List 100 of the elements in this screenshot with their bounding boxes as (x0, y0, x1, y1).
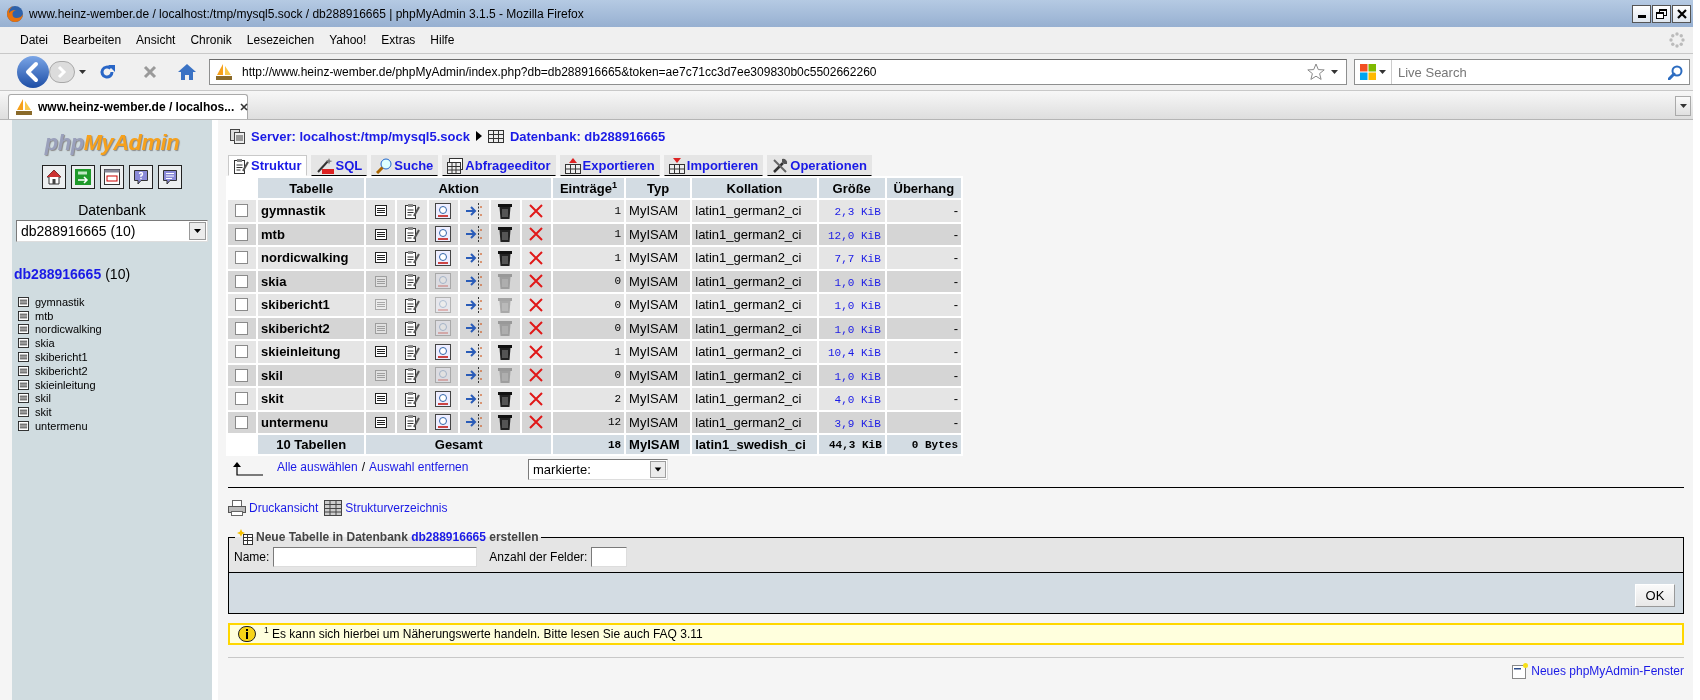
table-icon[interactable] (374, 252, 387, 264)
input-field[interactable] (273, 547, 478, 567)
table-link[interactable]: skit (18, 405, 52, 420)
search-icon[interactable] (1668, 64, 1683, 80)
window-button[interactable] (100, 165, 124, 189)
tab[interactable]: Struktur (228, 155, 307, 176)
row-checkbox[interactable] (235, 321, 248, 335)
magnifier-icon[interactable] (435, 202, 452, 219)
search-input[interactable]: Live Search (1392, 64, 1668, 80)
ok-button[interactable]: OK (1635, 584, 1675, 607)
home-icon[interactable] (178, 64, 196, 80)
select-all-link[interactable]: Alle auswählen (277, 460, 358, 474)
size-link[interactable]: 12,0 KiB (827, 229, 881, 242)
restore-button[interactable] (1652, 4, 1671, 23)
caret-icon[interactable] (1331, 70, 1338, 74)
table-link[interactable]: untermenu (18, 419, 88, 433)
insert-arrow-icon[interactable] (466, 320, 483, 337)
table-link[interactable]: skia (18, 336, 55, 351)
url-input[interactable]: http://www.heinz-wember.de/phpMyAdmin/index.php?db=db288916665&token=ae7c71cc3d7ee309830b0c5502662260 (238, 65, 1301, 79)
cross-icon[interactable] (529, 391, 544, 406)
insert-arrow-icon[interactable] (466, 367, 483, 384)
cross-icon[interactable] (529, 274, 544, 289)
row-checkbox[interactable] (235, 345, 248, 359)
table-icon[interactable] (374, 228, 387, 240)
row-checkbox[interactable] (235, 251, 248, 265)
insert-arrow-icon[interactable] (466, 343, 483, 360)
home-button[interactable] (42, 165, 66, 189)
cross-icon[interactable] (529, 297, 544, 312)
menu-item[interactable]: Datei (20, 33, 48, 47)
size-link[interactable]: 2,3 KiB (834, 206, 881, 219)
deselect-all-link[interactable]: Auswahl entfernen (369, 460, 469, 474)
magnifier-icon[interactable] (435, 249, 452, 266)
cross-icon[interactable] (529, 250, 544, 265)
clipboard-icon[interactable] (403, 296, 420, 313)
tab-list-button[interactable] (1675, 96, 1691, 116)
menu-item[interactable]: Bearbeiten (63, 33, 122, 47)
size-link[interactable]: 1,0 KiB (834, 323, 881, 336)
table-link[interactable]: mtb (18, 308, 54, 323)
table-link[interactable]: skibericht2 (18, 364, 88, 378)
database-link[interactable]: db288916665 (411, 530, 486, 544)
close-button[interactable] (1672, 4, 1691, 23)
size-link[interactable]: 1,0 KiB (834, 276, 881, 289)
magnifier-icon[interactable] (435, 343, 452, 360)
comment-button[interactable] (158, 165, 182, 189)
minimize-button[interactable] (1632, 4, 1651, 23)
search-field[interactable]: Live Search (1354, 59, 1690, 85)
clipboard-icon[interactable] (403, 367, 420, 384)
trash-icon[interactable] (498, 249, 513, 266)
reload-icon[interactable] (99, 64, 115, 80)
trash-icon[interactable] (498, 343, 513, 360)
table-icon[interactable] (374, 416, 387, 428)
cross-icon[interactable] (529, 415, 544, 430)
new-window-link[interactable]: Neues phpMyAdmin-Fenster (1512, 663, 1684, 679)
cross-icon[interactable] (529, 344, 544, 359)
data-dictionary-link[interactable]: Strukturverzeichnis (324, 500, 448, 516)
tab[interactable]: Exportieren (559, 155, 660, 176)
row-checkbox[interactable] (235, 227, 248, 241)
insert-arrow-icon[interactable] (466, 202, 483, 219)
menu-item[interactable]: Ansicht (136, 33, 176, 47)
table-icon[interactable] (374, 205, 387, 217)
cross-icon[interactable] (529, 368, 544, 383)
clipboard-icon[interactable] (403, 273, 420, 290)
size-link[interactable]: 1,0 KiB (834, 300, 881, 313)
insert-arrow-icon[interactable] (466, 249, 483, 266)
clipboard-icon[interactable] (403, 390, 420, 407)
size-link[interactable]: 10,4 KiB (827, 347, 881, 360)
input-field[interactable] (591, 547, 628, 567)
clipboard-icon[interactable] (403, 320, 420, 337)
server-link[interactable]: Server: localhost:/tmp/mysql5.sock (251, 128, 470, 144)
row-checkbox[interactable] (235, 392, 248, 406)
back-icon[interactable] (17, 56, 49, 88)
database-link[interactable]: Datenbank: db288916665 (509, 128, 666, 144)
menu-item[interactable]: Chronik (190, 33, 232, 47)
browser-tab[interactable]: www.heinz-wember.de / localhos... (8, 94, 248, 119)
close-icon[interactable] (240, 103, 249, 111)
table-icon[interactable] (374, 393, 387, 405)
table-link[interactable]: gymnastik (18, 295, 85, 309)
insert-arrow-icon[interactable] (466, 226, 483, 243)
row-checkbox[interactable] (235, 204, 248, 218)
insert-arrow-icon[interactable] (466, 414, 483, 431)
magnifier-icon[interactable] (435, 414, 452, 431)
caret-icon[interactable] (79, 70, 86, 74)
insert-arrow-icon[interactable] (466, 390, 483, 407)
clipboard-icon[interactable] (403, 414, 420, 431)
clipboard-icon[interactable] (403, 226, 420, 243)
star-icon[interactable] (1307, 63, 1325, 81)
trash-icon[interactable] (498, 202, 513, 219)
row-checkbox[interactable] (235, 298, 248, 312)
table-link[interactable]: skil (18, 391, 51, 406)
table-link[interactable]: skibericht1 (18, 350, 88, 364)
clipboard-icon[interactable] (403, 249, 420, 266)
clipboard-icon[interactable] (403, 343, 420, 360)
size-link[interactable]: 4,0 KiB (834, 394, 881, 407)
tab[interactable]: Importieren (663, 155, 764, 176)
clipboard-icon[interactable] (403, 202, 420, 219)
size-link[interactable]: 3,9 KiB (834, 417, 881, 430)
menu-item[interactable]: Hilfe (430, 33, 455, 47)
help-button[interactable] (129, 165, 153, 189)
table-icon[interactable] (374, 346, 387, 358)
exit-button[interactable] (71, 165, 95, 189)
